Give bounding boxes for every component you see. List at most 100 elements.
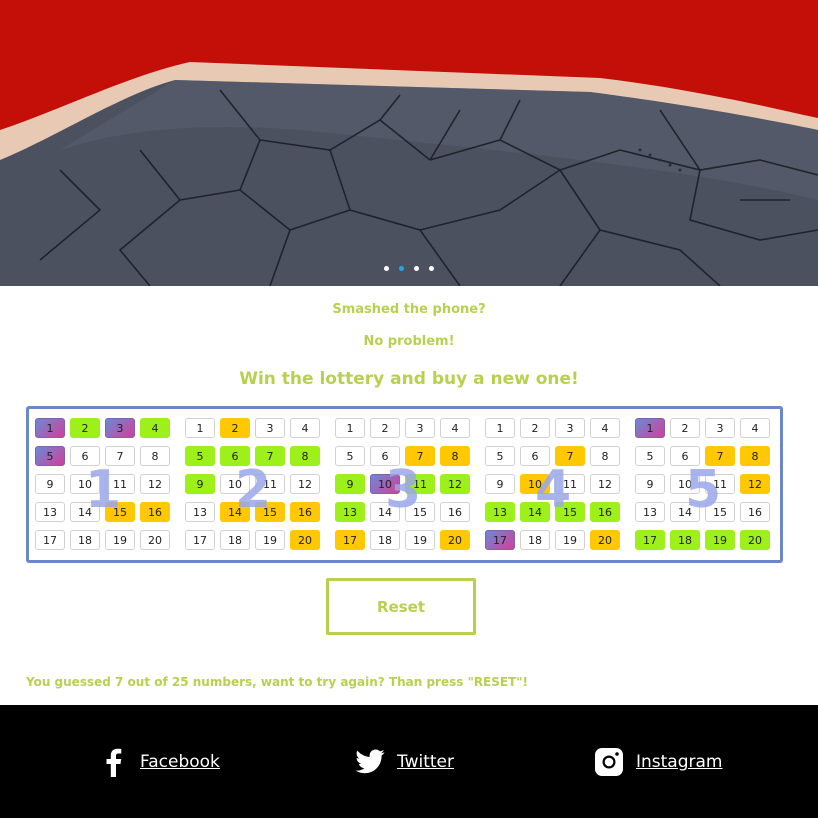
ticket-number-cell[interactable]: 20 [290,530,320,550]
ticket-number-cell[interactable]: 3 [105,418,135,438]
ticket-number-cell[interactable]: 4 [590,418,620,438]
ticket-number-cell[interactable]: 15 [405,502,435,522]
ticket-number-cell[interactable]: 14 [370,502,400,522]
ticket-number-cell[interactable]: 2 [70,418,100,438]
ticket-number-cell[interactable]: 7 [405,446,435,466]
ticket-number-cell[interactable]: 10 [520,474,550,494]
ticket-number-cell[interactable]: 13 [635,502,665,522]
ticket-number-cell[interactable]: 19 [105,530,135,550]
ticket-number-cell[interactable]: 19 [255,530,285,550]
ticket-number-cell[interactable]: 5 [185,446,215,466]
ticket-number-cell[interactable]: 5 [335,446,365,466]
ticket-number-cell[interactable]: 8 [740,446,770,466]
ticket-number-cell[interactable]: 3 [405,418,435,438]
ticket-number-cell[interactable]: 12 [290,474,320,494]
ticket-number-cell[interactable]: 20 [590,530,620,550]
ticket-number-cell[interactable]: 14 [220,502,250,522]
ticket-number-cell[interactable]: 7 [555,446,585,466]
ticket-number-cell[interactable]: 11 [405,474,435,494]
carousel-dot[interactable] [384,266,389,271]
ticket-number-cell[interactable]: 13 [485,502,515,522]
ticket-number-cell[interactable]: 11 [105,474,135,494]
ticket-number-cell[interactable]: 18 [520,530,550,550]
ticket-number-cell[interactable]: 15 [705,502,735,522]
ticket-number-cell[interactable]: 19 [705,530,735,550]
ticket-number-cell[interactable]: 12 [590,474,620,494]
ticket-number-cell[interactable]: 18 [670,530,700,550]
ticket-number-cell[interactable]: 3 [255,418,285,438]
ticket-number-cell[interactable]: 5 [35,446,65,466]
ticket-number-cell[interactable]: 15 [105,502,135,522]
ticket-number-cell[interactable]: 8 [140,446,170,466]
ticket-number-cell[interactable]: 2 [520,418,550,438]
ticket-number-cell[interactable]: 17 [485,530,515,550]
ticket-number-cell[interactable]: 8 [590,446,620,466]
ticket-number-cell[interactable]: 1 [335,418,365,438]
ticket-number-cell[interactable]: 13 [335,502,365,522]
ticket-number-cell[interactable]: 8 [440,446,470,466]
ticket-number-cell[interactable]: 17 [635,530,665,550]
twitter-link[interactable]: Twitter [355,745,454,779]
ticket-number-cell[interactable]: 10 [370,474,400,494]
instagram-link[interactable]: Instagram [594,745,723,779]
ticket-number-cell[interactable]: 20 [440,530,470,550]
ticket-number-cell[interactable]: 6 [70,446,100,466]
reset-button[interactable]: Reset [326,578,476,635]
ticket-number-cell[interactable]: 10 [670,474,700,494]
ticket-number-cell[interactable]: 7 [255,446,285,466]
ticket-number-cell[interactable]: 18 [70,530,100,550]
ticket-number-cell[interactable]: 14 [670,502,700,522]
ticket-number-cell[interactable]: 18 [220,530,250,550]
ticket-number-cell[interactable]: 5 [635,446,665,466]
ticket-number-cell[interactable]: 16 [740,502,770,522]
ticket-number-cell[interactable]: 9 [485,474,515,494]
ticket-number-cell[interactable]: 13 [35,502,65,522]
ticket-number-cell[interactable]: 10 [70,474,100,494]
ticket-number-cell[interactable]: 9 [635,474,665,494]
ticket-number-cell[interactable]: 16 [440,502,470,522]
ticket-number-cell[interactable]: 7 [105,446,135,466]
ticket-number-cell[interactable]: 6 [670,446,700,466]
ticket-number-cell[interactable]: 9 [335,474,365,494]
facebook-link[interactable]: Facebook [98,745,220,779]
ticket-number-cell[interactable]: 1 [635,418,665,438]
ticket-number-cell[interactable]: 17 [35,530,65,550]
ticket-number-cell[interactable]: 2 [370,418,400,438]
ticket-number-cell[interactable]: 13 [185,502,215,522]
ticket-number-cell[interactable]: 2 [670,418,700,438]
ticket-number-cell[interactable]: 16 [590,502,620,522]
ticket-number-cell[interactable]: 16 [140,502,170,522]
ticket-number-cell[interactable]: 6 [520,446,550,466]
ticket-number-cell[interactable]: 10 [220,474,250,494]
ticket-number-cell[interactable]: 1 [35,418,65,438]
ticket-number-cell[interactable]: 9 [35,474,65,494]
carousel-dot[interactable] [399,266,404,271]
carousel-dot[interactable] [414,266,419,271]
ticket-number-cell[interactable]: 18 [370,530,400,550]
ticket-number-cell[interactable]: 4 [740,418,770,438]
ticket-number-cell[interactable]: 14 [520,502,550,522]
ticket-number-cell[interactable]: 4 [140,418,170,438]
carousel-dot[interactable] [429,266,434,271]
ticket-number-cell[interactable]: 1 [485,418,515,438]
ticket-number-cell[interactable]: 19 [555,530,585,550]
ticket-number-cell[interactable]: 11 [555,474,585,494]
ticket-number-cell[interactable]: 6 [370,446,400,466]
ticket-number-cell[interactable]: 19 [405,530,435,550]
ticket-number-cell[interactable]: 15 [555,502,585,522]
ticket-number-cell[interactable]: 11 [705,474,735,494]
ticket-number-cell[interactable]: 3 [705,418,735,438]
ticket-number-cell[interactable]: 17 [335,530,365,550]
ticket-number-cell[interactable]: 9 [185,474,215,494]
ticket-number-cell[interactable]: 16 [290,502,320,522]
ticket-number-cell[interactable]: 20 [740,530,770,550]
ticket-number-cell[interactable]: 12 [140,474,170,494]
ticket-number-cell[interactable]: 15 [255,502,285,522]
ticket-number-cell[interactable]: 8 [290,446,320,466]
ticket-number-cell[interactable]: 7 [705,446,735,466]
ticket-number-cell[interactable]: 12 [440,474,470,494]
ticket-number-cell[interactable]: 5 [485,446,515,466]
ticket-number-cell[interactable]: 20 [140,530,170,550]
ticket-number-cell[interactable]: 1 [185,418,215,438]
ticket-number-cell[interactable]: 6 [220,446,250,466]
